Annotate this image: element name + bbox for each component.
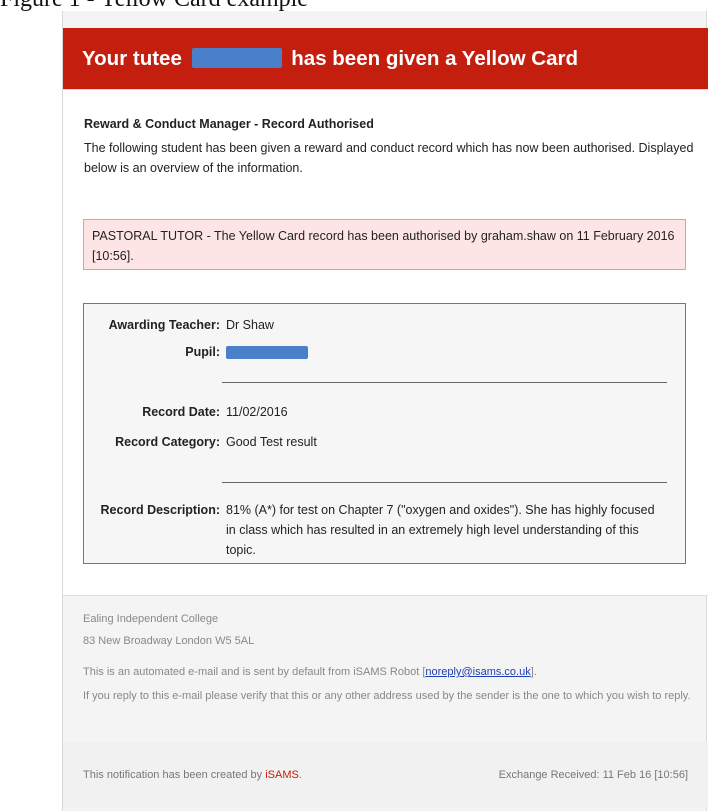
exchange-received: Exchange Received: 11 Feb 16 [10:56] — [498, 769, 688, 781]
automated-prefix: This is an automated e-mail and is sent … — [83, 666, 426, 678]
section-heading: Reward & Conduct Manager - Record Author… — [84, 117, 374, 131]
school-address: 83 New Broadway London W5 5AL — [83, 635, 255, 647]
created-by-text: This notification has been created by iS… — [83, 769, 302, 781]
record-description-value: 81% (A*) for test on Chapter 7 ("oxygen … — [226, 503, 655, 557]
redacted-pupil-name — [226, 346, 308, 360]
isams-brand: iSAMS — [265, 769, 299, 781]
banner-prefix: Your tutee — [82, 47, 182, 70]
record-category-label: Record Category: — [115, 435, 220, 449]
record-description-label: Record Description: — [100, 503, 220, 517]
divider — [222, 382, 667, 383]
pupil-label: Pupil: — [185, 345, 220, 359]
record-date-label: Record Date: — [142, 405, 220, 419]
email-body: Reward & Conduct Manager - Record Author… — [63, 89, 708, 596]
record-category-value: Good Test result — [226, 435, 317, 449]
automated-note: This is an automated e-mail and is sent … — [83, 666, 537, 678]
intro-text: The following student has been given a r… — [84, 141, 694, 175]
school-name: Ealing Independent College — [83, 613, 219, 625]
pupil-value — [226, 345, 666, 360]
record-details: Awarding Teacher: Dr Shaw Pupil: Record … — [83, 303, 686, 564]
record-date-value: 11/02/2016 — [226, 405, 288, 419]
awarding-teacher-value: Dr Shaw — [226, 318, 274, 332]
reply-note: If you reply to this e-mail please verif… — [83, 690, 691, 702]
email-notification: Your tutee has been given a Yellow Card … — [62, 11, 708, 811]
automated-suffix: ]. — [530, 666, 537, 678]
noreply-email-link[interactable]: noreply@isams.co.uk — [425, 666, 530, 678]
divider — [222, 482, 667, 483]
authorisation-notice: PASTORAL TUTOR - The Yellow Card record … — [83, 219, 686, 270]
notification-footer: This notification has been created by iS… — [63, 742, 708, 808]
created-suffix: . — [298, 769, 302, 781]
email-banner: Your tutee has been given a Yellow Card — [63, 28, 708, 89]
banner-suffix: has been given a Yellow Card — [291, 47, 578, 70]
redacted-name — [191, 48, 282, 69]
created-prefix: This notification has been created by — [83, 769, 263, 781]
awarding-teacher-label: Awarding Teacher: — [108, 318, 220, 332]
